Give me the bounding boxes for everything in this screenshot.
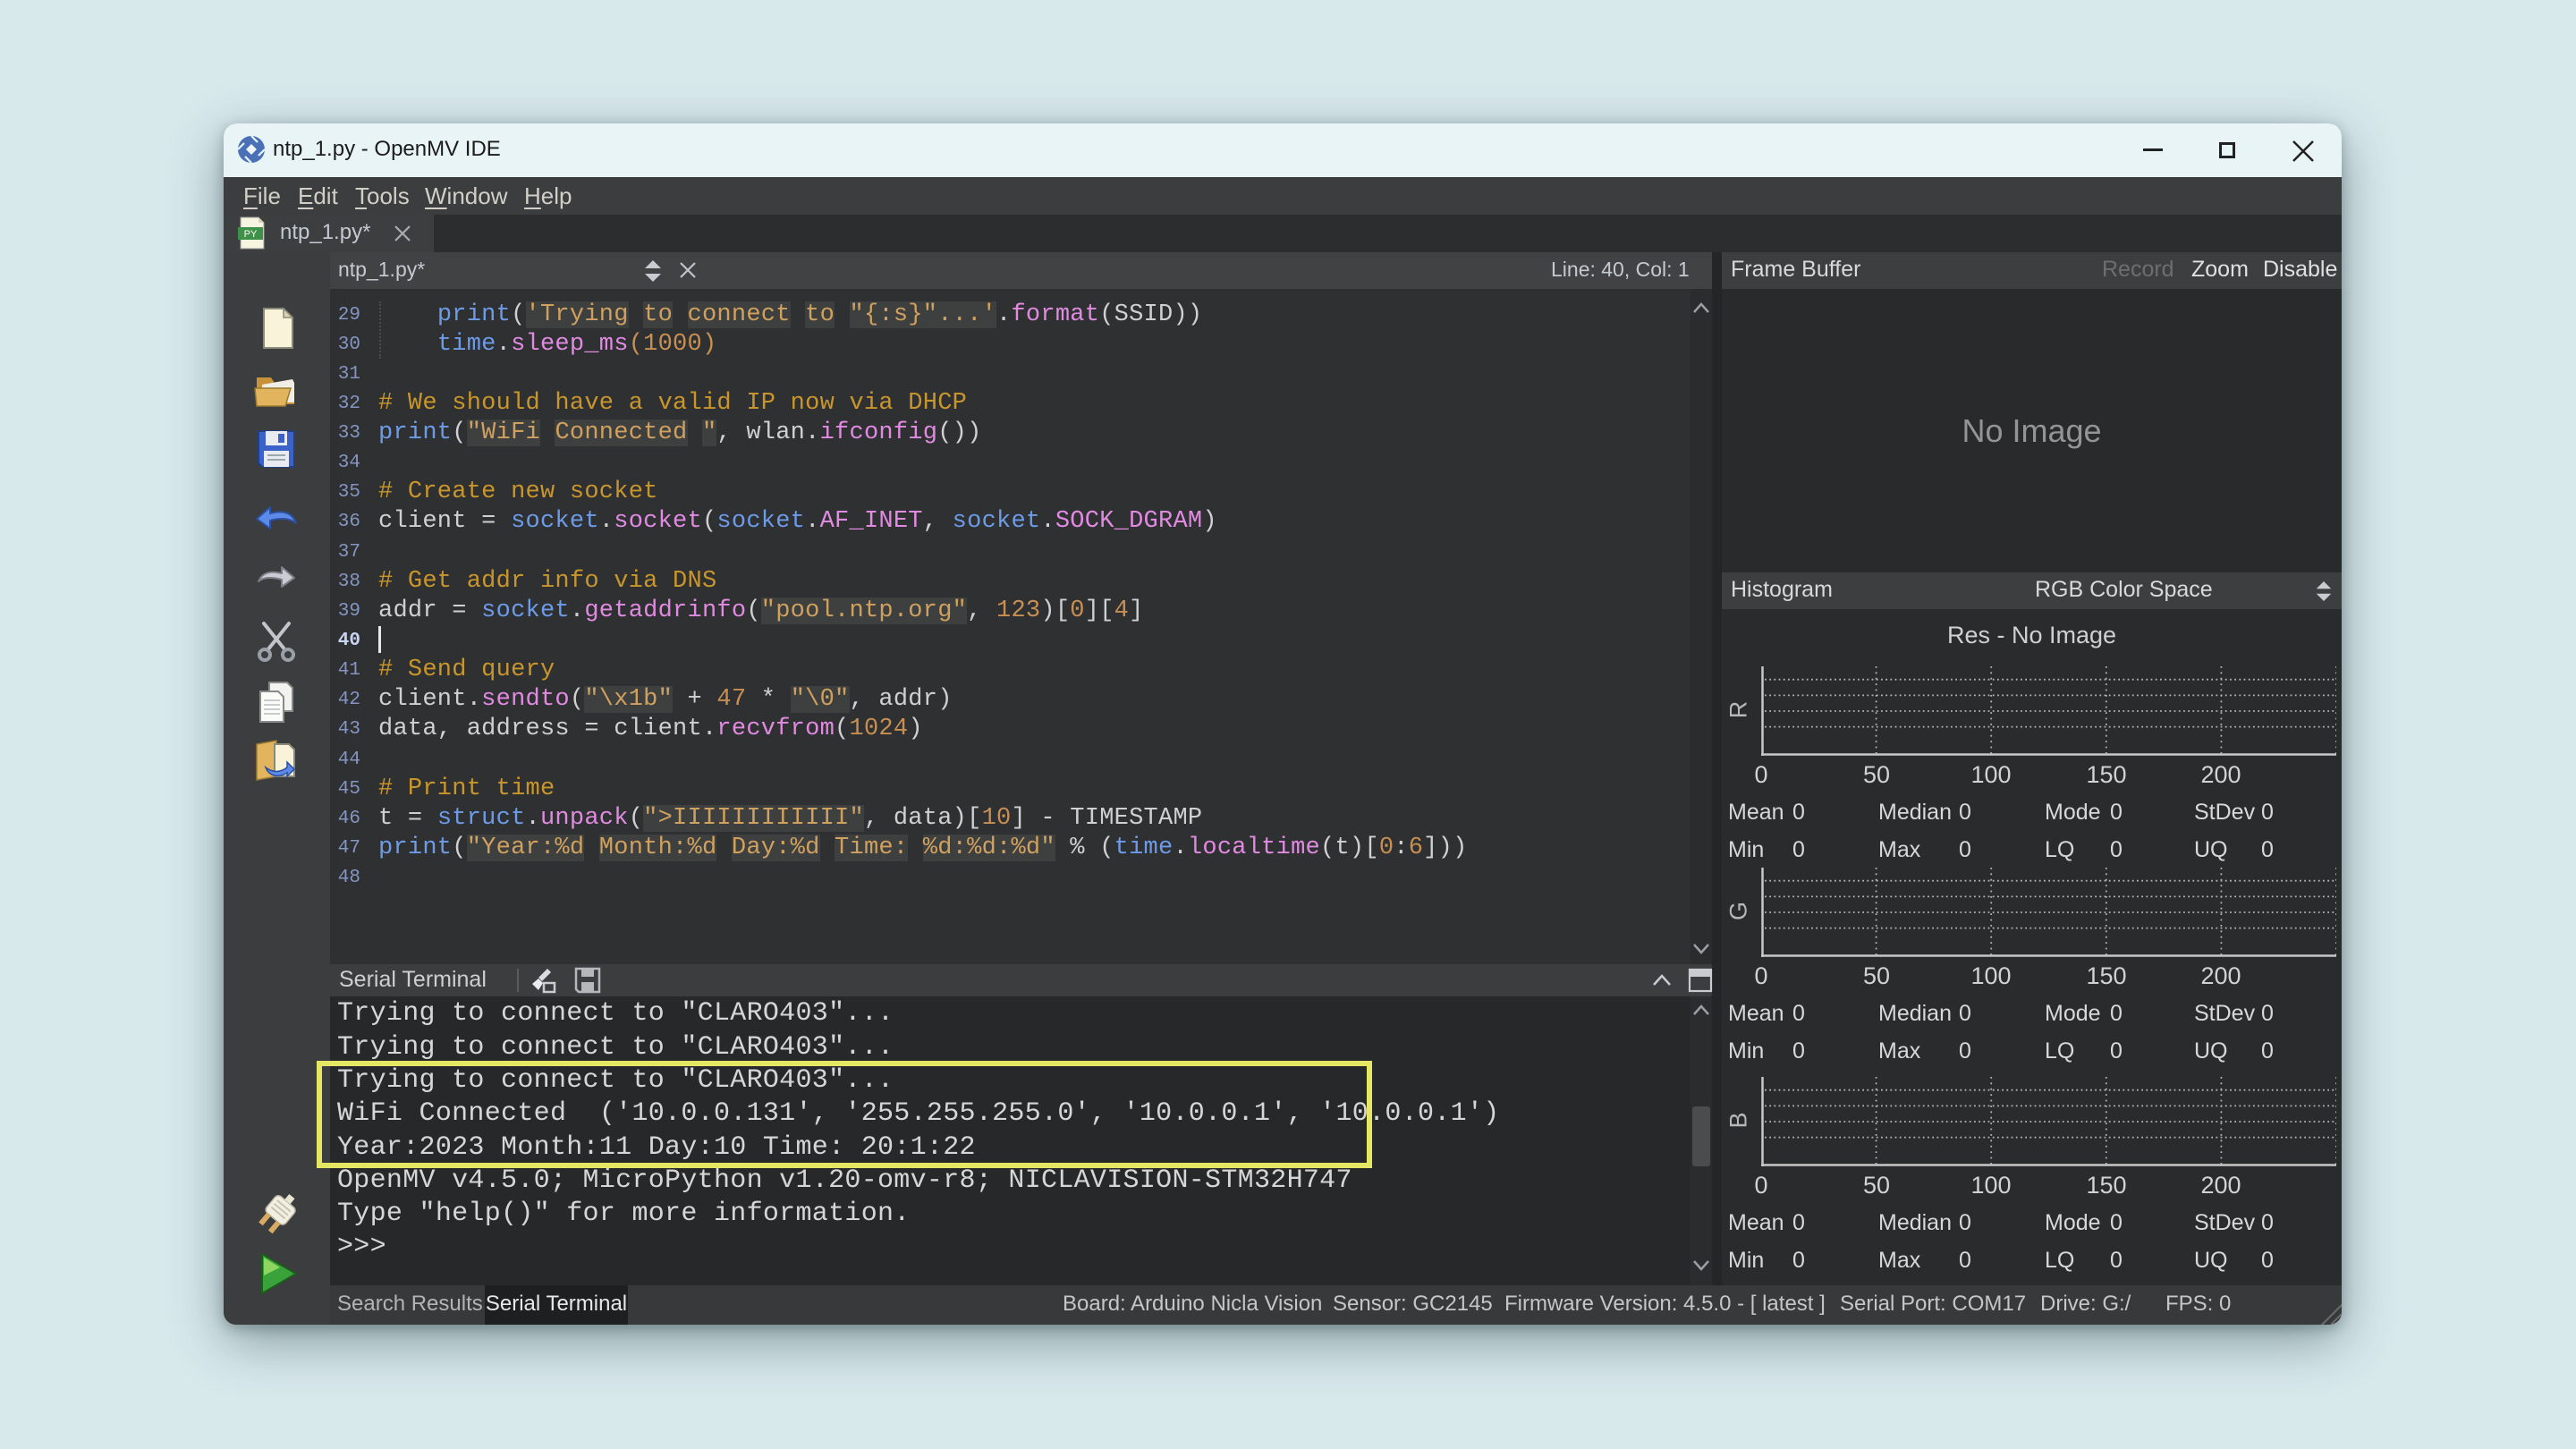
svg-text:PY: PY — [244, 229, 258, 240]
